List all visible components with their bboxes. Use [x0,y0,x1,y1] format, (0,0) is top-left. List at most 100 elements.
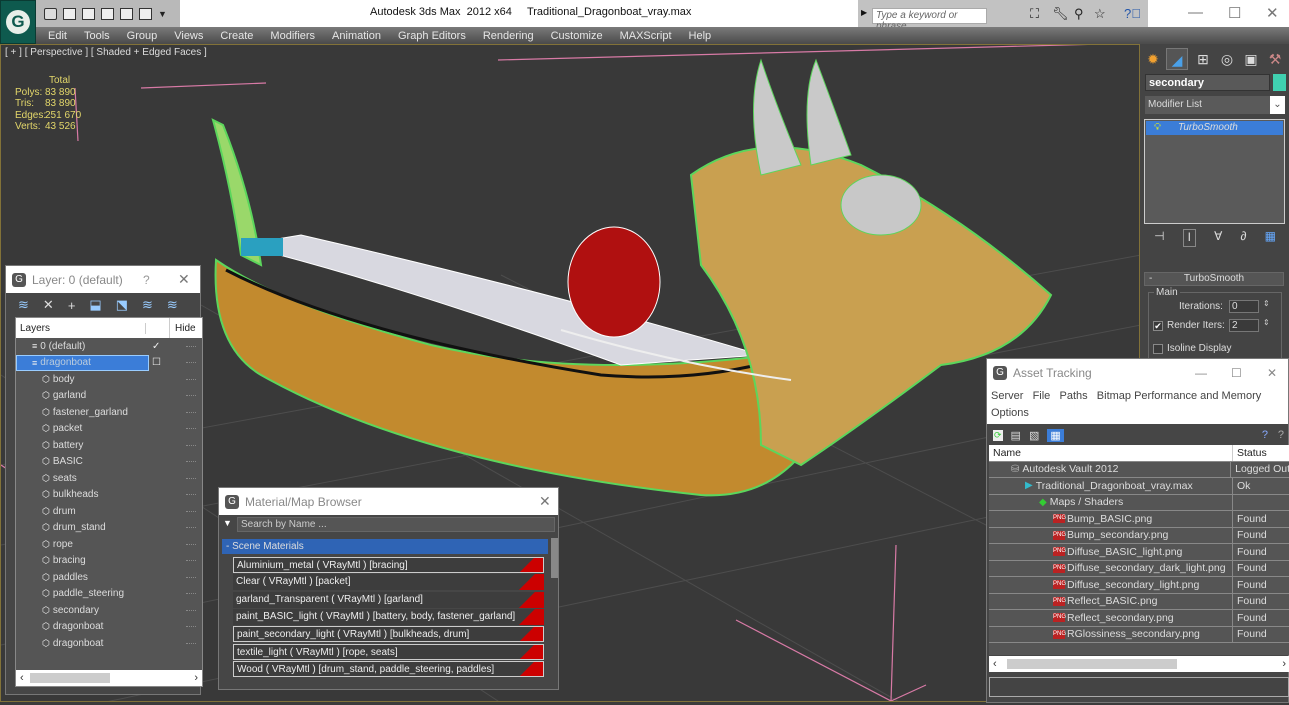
help-button[interactable]: ? [143,273,150,287]
asset-row[interactable]: PNG Reflect_secondary.png Found [989,610,1289,627]
scroll-left-icon[interactable]: ‹ [993,658,997,670]
vertical-scrollbar[interactable] [551,538,558,578]
hide-toggle[interactable] [186,345,196,347]
spinner-arrows-icon[interactable]: ⇕ [1263,318,1270,327]
viewport-label[interactable]: [ + ] [ Perspective ] [ Shaded + Edged F… [5,47,207,58]
search-by-name-input[interactable]: Search by Name ... [237,517,555,532]
layer-object-row[interactable]: ⬡ body [16,371,202,388]
close-button[interactable]: ✕ [1267,366,1277,380]
col-status[interactable]: Status [1233,447,1267,459]
render-iters-spinner[interactable]: 2 [1229,319,1259,332]
layer-object-row[interactable]: ⬡ dragonboat [16,635,202,652]
hide-toggle[interactable] [186,510,196,512]
material-item[interactable]: Wood ( VRayMtl ) [drum_stand, paddle_ste… [233,660,544,677]
layer-object-row[interactable]: ⬡ secondary [16,602,202,619]
scroll-right-icon[interactable]: › [1282,658,1286,670]
layer-row[interactable]: ≡ dragonboat ☐ [16,354,202,371]
menu-options[interactable]: Options [991,407,1029,419]
layer-object-row[interactable]: ⬡ drum_stand [16,520,202,537]
menu-file[interactable]: File [1033,390,1051,402]
maximize-button[interactable]: ☐ [1228,4,1241,22]
menu-tools[interactable]: Tools [84,30,110,42]
motion-tab-icon[interactable]: ◎ [1216,48,1238,70]
list-view-icon[interactable]: ▤ [1011,429,1021,442]
hide-toggle[interactable] [186,642,196,644]
modify-tab-icon[interactable]: ◢ [1166,48,1188,70]
spinner-arrows-icon[interactable]: ⇕ [1263,299,1270,308]
create-tab-icon[interactable]: ✹ [1142,48,1164,70]
hide-toggle[interactable] [186,461,196,463]
help-icon[interactable]: ?⃝ [1124,6,1141,21]
close-button[interactable]: ✕ [539,493,551,510]
menu-views[interactable]: Views [174,30,203,42]
select-objects-icon[interactable]: ⬓ [89,297,101,313]
layer-object-row[interactable]: ⬡ drum [16,503,202,520]
add-to-layer-icon[interactable]: + [68,298,76,313]
menu-customize[interactable]: Customize [551,30,603,42]
asset-row[interactable]: ▶ Traditional_Dragonboat_vray.max Ok [989,478,1289,495]
hide-toggle[interactable] [186,494,196,496]
layer-object-row[interactable]: ⬡ bracing [16,553,202,570]
asset-row[interactable]: ⛁ Autodesk Vault 2012 Logged Out [989,461,1289,478]
asset-row[interactable]: PNG Reflect_BASIC.png Found [989,593,1289,610]
stack-item-turbosmooth[interactable]: 💡︎ TurboSmooth [1146,121,1283,135]
layer-object-row[interactable]: ⬡ rope [16,536,202,553]
material-item[interactable]: paint_BASIC_light ( VRayMtl ) [battery, … [233,608,544,625]
layer-dialog-titlebar[interactable]: G Layer: 0 (default) ? ✕ [6,266,200,293]
hide-toggle[interactable] [186,527,196,529]
hide-toggle[interactable] [186,444,196,446]
lightbulb-icon[interactable]: 💡︎ [1154,121,1161,135]
asset-row[interactable]: ◆ Maps / Shaders [989,494,1289,511]
turbosmooth-rollout-header[interactable]: - TurboSmooth [1144,272,1284,286]
layer-object-row[interactable]: ⬡ bulkheads [16,487,202,504]
hide-toggle[interactable] [186,395,196,397]
material-item[interactable]: Clear ( VRayMtl ) [packet] [233,574,544,591]
menu-create[interactable]: Create [220,30,253,42]
menu-server[interactable]: Server [991,390,1023,402]
project-folder-icon[interactable] [101,7,114,20]
scroll-thumb[interactable] [1007,659,1177,669]
make-unique-icon[interactable]: ∀ [1214,229,1222,247]
scroll-left-icon[interactable]: ‹ [20,672,24,684]
horizontal-scrollbar[interactable]: ‹ › [16,670,202,686]
layer-object-row[interactable]: ⬡ garland [16,388,202,405]
set-current-checkbox[interactable]: ☐ [152,357,161,368]
hide-toggle[interactable] [186,543,196,545]
show-end-result-icon[interactable]: I [1182,229,1196,247]
minimize-button[interactable]: — [1188,4,1203,21]
hierarchy-tab-icon[interactable]: ⊞ [1192,48,1214,70]
menu-animation[interactable]: Animation [332,30,381,42]
hide-toggle[interactable] [186,593,196,595]
browser-options-icon[interactable]: ▼ [223,518,232,528]
hide-toggle[interactable] [186,411,196,413]
scroll-right-icon[interactable]: › [194,672,198,684]
save-file-icon[interactable] [63,7,76,20]
expand-search-icon[interactable]: ▶ [861,8,867,17]
table-view-icon[interactable]: ▦ [1047,428,1064,442]
hide-all-icon[interactable]: ≋ [142,297,153,313]
asset-row[interactable]: PNG Bump_secondary.png Found [989,527,1289,544]
utilities-tab-icon[interactable]: ⚒ [1264,48,1286,70]
open-file-icon[interactable] [44,7,57,20]
layer-object-row[interactable]: ⬡ battery [16,437,202,454]
menu-rendering[interactable]: Rendering [483,30,534,42]
layer-object-row[interactable]: ⬡ fastener_garland [16,404,202,421]
close-button[interactable]: ✕ [1266,4,1279,22]
undo-icon[interactable] [82,7,95,20]
current-layer-checkmark-icon[interactable]: ✓ [152,341,160,352]
asset-row[interactable]: PNG RGlossiness_secondary.png Found [989,626,1289,643]
minimize-button[interactable]: — [1195,366,1207,380]
qat-dropdown-icon[interactable]: ▼ [158,9,167,19]
application-menu-button[interactable]: G [0,0,36,44]
object-name-field[interactable]: secondary [1145,74,1270,91]
create-layer-icon[interactable]: ≋ [18,297,29,313]
horizontal-scrollbar[interactable]: ‹ › [989,656,1289,672]
refresh-icon[interactable]: ⟳ [993,429,1003,441]
menu-modifiers[interactable]: Modifiers [270,30,315,42]
render-iters-checkbox[interactable]: ✔ [1153,321,1163,331]
menu-bitmap-performance[interactable]: Bitmap Performance and Memory [1097,390,1261,402]
material-item[interactable]: textile_light ( VRayMtl ) [rope, seats] [233,643,544,660]
asset-row[interactable]: PNG Diffuse_secondary_dark_light.png Found [989,560,1289,577]
keyword-search-input[interactable]: Type a keyword or phrase [872,8,987,32]
thumbnail-view-icon[interactable]: ▧ [1029,429,1039,442]
